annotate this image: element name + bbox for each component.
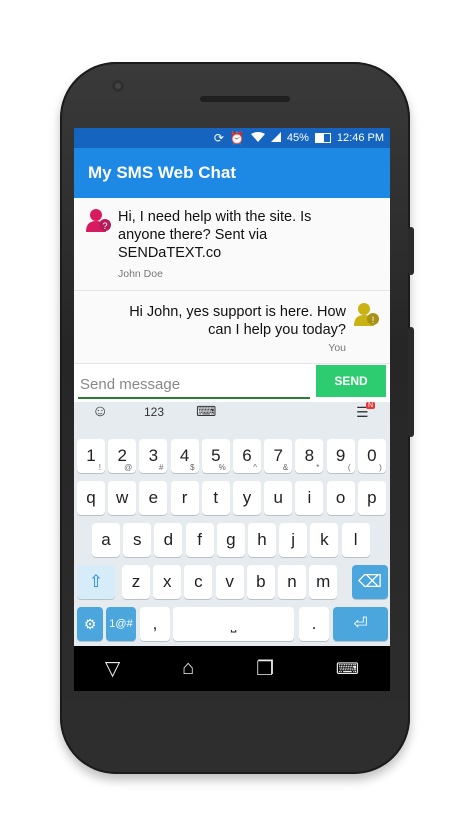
key-z[interactable]: z: [122, 565, 150, 599]
key-q[interactable]: q: [77, 481, 105, 515]
settings-key[interactable]: ⚙: [77, 607, 103, 641]
battery-icon: [314, 133, 331, 143]
keyboard-row-top: qwertyuiop: [74, 481, 390, 515]
key-n[interactable]: n: [278, 565, 306, 599]
key-t[interactable]: t: [201, 481, 230, 515]
shift-key[interactable]: ⇧: [77, 565, 115, 599]
key-a[interactable]: a: [92, 523, 120, 557]
svg-text:!: !: [372, 315, 375, 325]
key-k[interactable]: k: [310, 523, 339, 557]
keyboard-row-numbers: 1! 2 @3 #4 $5% 6 ^ 7 & 8 * 9(0): [74, 439, 390, 473]
app-title: My SMS Web Chat: [88, 163, 236, 182]
comma-key[interactable]: ,: [140, 607, 170, 641]
key-y[interactable]: y: [233, 481, 261, 515]
keyboard-switch-icon[interactable]: ⌨: [336, 659, 359, 679]
key-d[interactable]: d: [154, 523, 183, 557]
support-agent-icon: !: [354, 303, 379, 326]
keyboard-row-actions: ⚙ 1@# , ⎵ . ⏎: [74, 607, 390, 641]
space-bar-icon: ⎵: [230, 615, 237, 632]
message-input[interactable]: [78, 371, 310, 399]
key-p[interactable]: p: [357, 481, 386, 515]
key-3[interactable]: 3 #: [139, 439, 168, 473]
key-7[interactable]: 7 &: [264, 439, 293, 473]
key-r[interactable]: r: [170, 481, 199, 515]
app-bar: My SMS Web Chat: [74, 148, 390, 198]
user-question-icon: ?: [86, 209, 111, 232]
key-5[interactable]: 5%: [201, 439, 230, 473]
key-h[interactable]: h: [248, 523, 276, 557]
message-author: John Doe: [118, 268, 163, 280]
send-button[interactable]: SEND: [316, 365, 386, 397]
status-bar: ⟳ ⏰ 45% 12:46 PM: [74, 128, 390, 148]
enter-key[interactable]: ⏎: [333, 607, 388, 641]
key-g[interactable]: g: [216, 523, 245, 557]
key-4[interactable]: 4 $: [170, 439, 199, 473]
key-x[interactable]: x: [153, 565, 182, 599]
home-icon[interactable]: ⌂: [182, 657, 194, 680]
message-text: Hi John, yes support is here. How can I …: [129, 304, 346, 338]
key-9[interactable]: 9(: [326, 439, 355, 473]
phone-screen: ⟳ ⏰ 45% 12:46 PM My SMS Web Chat ? Hi, I…: [74, 128, 390, 691]
key-m[interactable]: m: [309, 565, 338, 599]
signal-icon: [270, 132, 281, 144]
space-key[interactable]: ⎵: [173, 607, 294, 641]
emoji-icon[interactable]: ☺: [92, 403, 108, 421]
key-0[interactable]: 0): [357, 439, 386, 473]
message-composer: SEND: [74, 365, 390, 399]
message-author: You: [328, 342, 346, 354]
earpiece-speaker: [200, 96, 290, 102]
key-e[interactable]: e: [139, 481, 168, 515]
key-8[interactable]: 8 *: [295, 439, 324, 473]
key-f[interactable]: f: [185, 523, 214, 557]
notification-badge: N: [366, 402, 376, 409]
key-v[interactable]: v: [215, 565, 244, 599]
key-2[interactable]: 2 @: [108, 439, 137, 473]
front-camera: [112, 80, 124, 92]
numbers-toggle[interactable]: 123: [144, 405, 164, 419]
message-outgoing: Hi John, yes support is here. How can I …: [74, 290, 390, 364]
battery-percent: 45%: [286, 132, 309, 144]
symbols-key[interactable]: 1@#: [106, 607, 136, 641]
recents-icon[interactable]: ❐: [256, 656, 274, 681]
message-incoming: ? Hi, I need help with the site. Is anyo…: [74, 198, 390, 291]
key-l[interactable]: l: [341, 523, 370, 557]
keyboard-row-bottom: ⇧ ⌫ zxcvbnm: [74, 565, 390, 599]
android-nav-bar: ▽ ⌂ ❐ ⌨: [74, 646, 390, 691]
period-key[interactable]: .: [299, 607, 329, 641]
back-icon[interactable]: ▽: [105, 656, 120, 681]
volume-button: [408, 227, 414, 275]
key-u[interactable]: u: [264, 481, 293, 515]
key-6[interactable]: 6 ^: [233, 439, 261, 473]
key-w[interactable]: w: [108, 481, 137, 515]
wifi-icon: [250, 132, 265, 144]
chat-list[interactable]: ? Hi, I need help with the site. Is anyo…: [74, 198, 390, 364]
clock: 12:46 PM: [336, 132, 384, 144]
key-s[interactable]: s: [123, 523, 152, 557]
keyboard-layout-icon[interactable]: ⌨: [196, 403, 216, 420]
message-text: Hi, I need help with the site. Is anyone…: [118, 209, 312, 261]
keyboard-toolbar: ☺ 123 ⌨ ☰ N: [74, 402, 390, 426]
alarm-icon: ⏰: [229, 131, 245, 145]
key-o[interactable]: o: [326, 481, 355, 515]
power-button: [408, 327, 414, 437]
sync-icon: ⟳: [213, 131, 224, 145]
soft-keyboard: ☺ 123 ⌨ ☰ N 1! 2 @3 #4 $5% 6 ^ 7 & 8 * 9(0) qwertyu…: [74, 402, 390, 646]
key-c[interactable]: c: [184, 565, 213, 599]
svg-text:?: ?: [102, 221, 107, 231]
keyboard-row-home: asdfghjkl: [74, 523, 390, 557]
key-j[interactable]: j: [279, 523, 308, 557]
backspace-key[interactable]: ⌫: [352, 565, 388, 599]
key-i[interactable]: i: [295, 481, 324, 515]
key-b[interactable]: b: [246, 565, 275, 599]
key-1[interactable]: 1!: [77, 439, 105, 473]
